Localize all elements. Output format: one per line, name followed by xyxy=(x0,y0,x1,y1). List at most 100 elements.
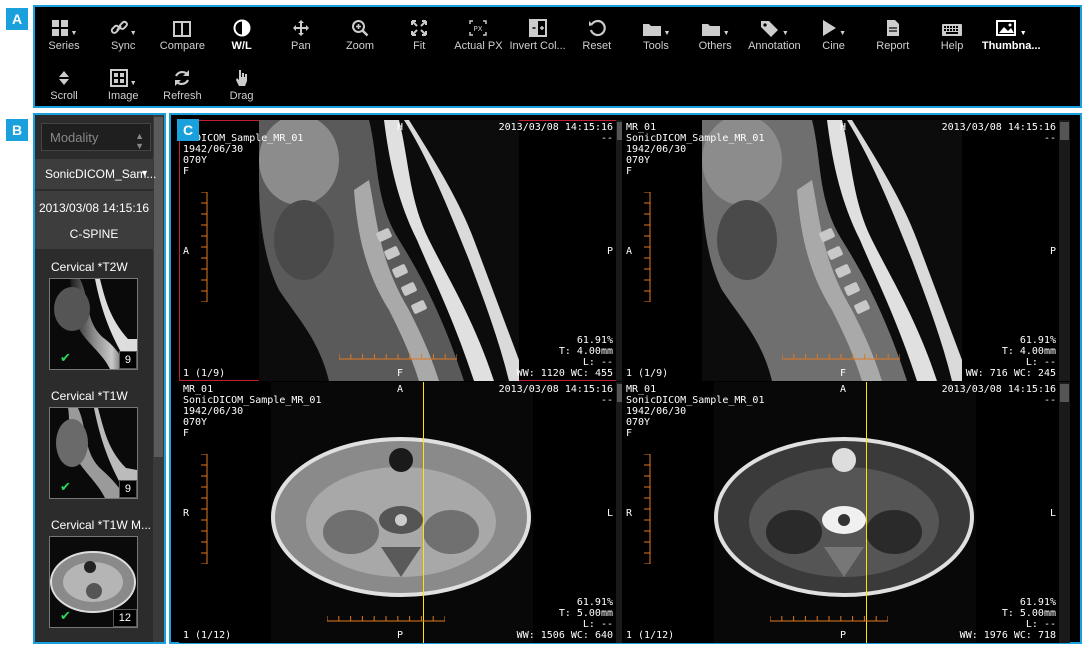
help-label: Help xyxy=(940,40,964,52)
horizontal-scale-ruler xyxy=(769,614,889,622)
orientation-left: R xyxy=(626,508,633,519)
dropdown-arrow-icon: ▼ xyxy=(839,30,847,37)
modality-select[interactable]: Modality ▲ ▼ xyxy=(41,123,151,151)
image-count-badge: 9 xyxy=(118,480,137,498)
chevron-down-icon: ▼ xyxy=(140,168,149,178)
orientation-top: H xyxy=(840,122,847,133)
orientation-left: A xyxy=(183,246,190,257)
select-arrow-icon: ▲ ▼ xyxy=(135,131,144,151)
orientation-bottom: P xyxy=(840,630,847,641)
series-item[interactable]: Cervical *T1W M... ✔ 12 xyxy=(35,516,153,636)
thumbnail-button[interactable]: ▼ Thumbna... xyxy=(982,9,1041,59)
series-thumbnail[interactable]: ✔ 12 xyxy=(49,536,138,628)
study-datetime-overlay: 2013/03/08 14:15:16 -- xyxy=(498,122,613,144)
layout-icon: ▼ xyxy=(109,59,137,87)
vertical-scale-ruler xyxy=(644,191,652,305)
orientation-bottom: P xyxy=(397,630,404,641)
series-button[interactable]: ▼ Series xyxy=(35,9,93,59)
slice-index: 1 (1/9) xyxy=(626,368,669,379)
dropdown-arrow-icon: ▼ xyxy=(70,30,78,37)
annotation-label: Annotation xyxy=(748,40,801,52)
scrollbar-thumb[interactable] xyxy=(1060,384,1069,402)
orientation-left: R xyxy=(183,508,190,519)
series-thumbnail[interactable]: ✔ 9 xyxy=(49,278,138,370)
refresh-label: Refresh xyxy=(163,90,202,102)
study-datetime-overlay: 2013/03/08 14:15:16 -- xyxy=(941,384,1056,406)
slice-index: 1 (1/12) xyxy=(626,630,675,641)
viewport-scrollbar[interactable] xyxy=(1059,120,1070,381)
grid-icon: ▼ xyxy=(51,9,78,37)
refresh-icon xyxy=(173,59,191,87)
viewport-3[interactable]: MR_01 SonicDICOM_Sample_MR_01 1942/06/30… xyxy=(179,382,627,643)
invert-label: Invert Col... xyxy=(509,40,566,52)
series-item[interactable]: Cervical *T1W TS...✔9 xyxy=(35,387,153,507)
vertical-scale-ruler xyxy=(644,453,652,567)
wl-label: W/L xyxy=(231,40,252,52)
orientation-right: P xyxy=(1049,246,1056,257)
check-icon: ✔ xyxy=(60,608,71,623)
orientation-right: L xyxy=(606,508,613,519)
compare-icon xyxy=(173,9,192,37)
sync-label: Sync xyxy=(110,40,136,52)
drag-button[interactable]: Drag xyxy=(213,59,271,109)
zoom-button[interactable]: Zoom xyxy=(331,9,389,59)
wl-button[interactable]: W/L xyxy=(213,9,271,59)
fit-label: Fit xyxy=(413,40,426,52)
scroll-button[interactable]: Scroll xyxy=(35,59,93,109)
dropdown-arrow-icon: ▼ xyxy=(781,30,789,37)
actual-px-button[interactable]: PX Actual PX xyxy=(449,9,507,59)
reset-icon xyxy=(588,9,606,37)
patient-info-overlay: 01 icDICOM_Sample_MR_01 1942/06/30 070Y … xyxy=(183,122,304,177)
study-datetime-overlay: 2013/03/08 14:15:16 -- xyxy=(498,384,613,406)
sync-button[interactable]: ▼ Sync xyxy=(94,9,152,59)
reset-button[interactable]: Reset xyxy=(568,9,626,59)
cine-button[interactable]: ▼ Cine xyxy=(805,9,863,59)
folder-icon: ▼ xyxy=(701,9,730,37)
refresh-button[interactable]: Refresh xyxy=(153,59,211,109)
viewport-1[interactable]: 01 icDICOM_Sample_MR_01 1942/06/30 070Y … xyxy=(179,120,627,381)
move-icon xyxy=(292,9,310,37)
scrollbar-thumb[interactable] xyxy=(1060,122,1069,140)
cine-label: Cine xyxy=(822,40,845,52)
fit-button[interactable]: Fit xyxy=(390,9,448,59)
reference-line xyxy=(423,382,424,643)
tools-button[interactable]: ▼ Tools xyxy=(627,9,685,59)
image-params-overlay: 61.91% T: 4.00mm L: -- WW: 716 WC: 245 xyxy=(965,335,1056,379)
slice-index: 1 (1/9) xyxy=(183,368,226,379)
study-description: C-SPINE xyxy=(69,227,119,241)
pan-button[interactable]: Pan xyxy=(272,9,330,59)
others-button[interactable]: ▼ Others xyxy=(686,9,744,59)
region-label-c: C xyxy=(177,119,199,141)
fit-icon xyxy=(410,9,428,37)
link-icon: ▼ xyxy=(110,9,137,37)
annotation-button[interactable]: ▼ Annotation xyxy=(745,9,803,59)
series-item[interactable]: Cervical *T2W TS...✔9 xyxy=(35,258,153,378)
play-icon: ▼ xyxy=(821,9,846,37)
invert-button[interactable]: Invert Col... xyxy=(509,9,567,59)
study-info: 2013/03/08 14:15:16 C-SPINE xyxy=(35,191,153,249)
image-label: Image xyxy=(107,90,139,102)
horizontal-scale-ruler xyxy=(338,352,458,360)
horizontal-scale-ruler xyxy=(781,352,901,360)
image-button[interactable]: ▼ Image xyxy=(94,59,152,109)
series-thumbnail[interactable]: ✔ 9 xyxy=(49,407,138,499)
help-button[interactable]: Help xyxy=(923,9,981,59)
patient-info-overlay: MR_01 SonicDICOM_Sample_MR_01 1942/06/30… xyxy=(626,122,765,177)
keyboard-icon xyxy=(941,9,963,37)
viewport-4[interactable]: MR_01 SonicDICOM_Sample_MR_01 1942/06/30… xyxy=(622,382,1070,643)
orientation-top: A xyxy=(397,384,404,395)
viewport-scrollbar[interactable] xyxy=(1059,382,1070,643)
viewport-2[interactable]: MR_01 SonicDICOM_Sample_MR_01 1942/06/30… xyxy=(622,120,1070,381)
study-datetime: 2013/03/08 14:15:16 xyxy=(38,201,150,215)
series-title: Cervical *T1W M... xyxy=(51,518,152,532)
study-selector[interactable]: SonicDICOM_Sam... ▼ xyxy=(35,159,156,189)
series-panel: Modality ▲ ▼ SonicDICOM_Sam... ▼ 2013/03/… xyxy=(33,113,166,644)
image-icon: ▼ xyxy=(995,9,1027,37)
reset-label: Reset xyxy=(582,40,612,52)
series-panel-scrollbar[interactable] xyxy=(153,115,164,642)
contrast-icon xyxy=(233,9,251,37)
report-button[interactable]: Report xyxy=(864,9,922,59)
study-datetime-overlay: 2013/03/08 14:15:16 -- xyxy=(941,122,1056,144)
dropdown-arrow-icon: ▼ xyxy=(663,30,671,37)
compare-button[interactable]: Compare xyxy=(153,9,211,59)
